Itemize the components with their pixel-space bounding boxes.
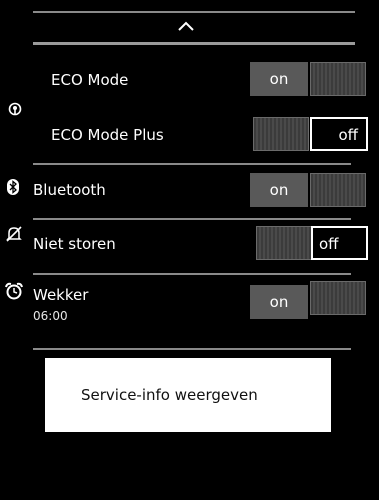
divider [33, 163, 351, 165]
niet-storen-state: off [319, 235, 339, 253]
eco-mode-toggle-knob[interactable] [310, 62, 366, 96]
eco-mode-plus-state: off [338, 126, 358, 144]
divider [33, 218, 351, 220]
eco-mode-on-button[interactable]: on [250, 62, 308, 96]
bell-muted-icon [5, 225, 23, 243]
eco-mode-plus-label: ECO Mode Plus [51, 126, 164, 144]
service-info-label: Service-info weergeven [81, 386, 258, 404]
eco-mode-label: ECO Mode [51, 71, 129, 89]
bluetooth-on-button[interactable]: on [250, 173, 308, 207]
eco-mode-plus-toggle-knob[interactable] [253, 117, 309, 151]
bluetooth-icon [7, 179, 19, 195]
alarm-clock-icon [5, 282, 23, 300]
divider [33, 273, 351, 275]
bluetooth-label: Bluetooth [33, 181, 106, 199]
header-divider [33, 42, 355, 45]
divider [33, 348, 351, 350]
service-info-button[interactable]: Service-info weergeven [45, 358, 331, 432]
eco-mode-plus-off-button[interactable]: off [310, 117, 368, 151]
niet-storen-off-button[interactable]: off [311, 226, 368, 260]
niet-storen-label: Niet storen [33, 235, 116, 253]
top-divider [33, 11, 355, 13]
bluetooth-toggle-knob[interactable] [310, 173, 366, 207]
wekker-label: Wekker [33, 286, 89, 304]
wekker-on-button[interactable]: on [250, 285, 308, 319]
niet-storen-toggle-knob[interactable] [256, 226, 312, 260]
wekker-time: 06:00 [33, 309, 68, 323]
radiation-icon [8, 101, 22, 116]
chevron-up-icon[interactable] [176, 18, 196, 32]
wekker-toggle-knob[interactable] [310, 281, 366, 315]
